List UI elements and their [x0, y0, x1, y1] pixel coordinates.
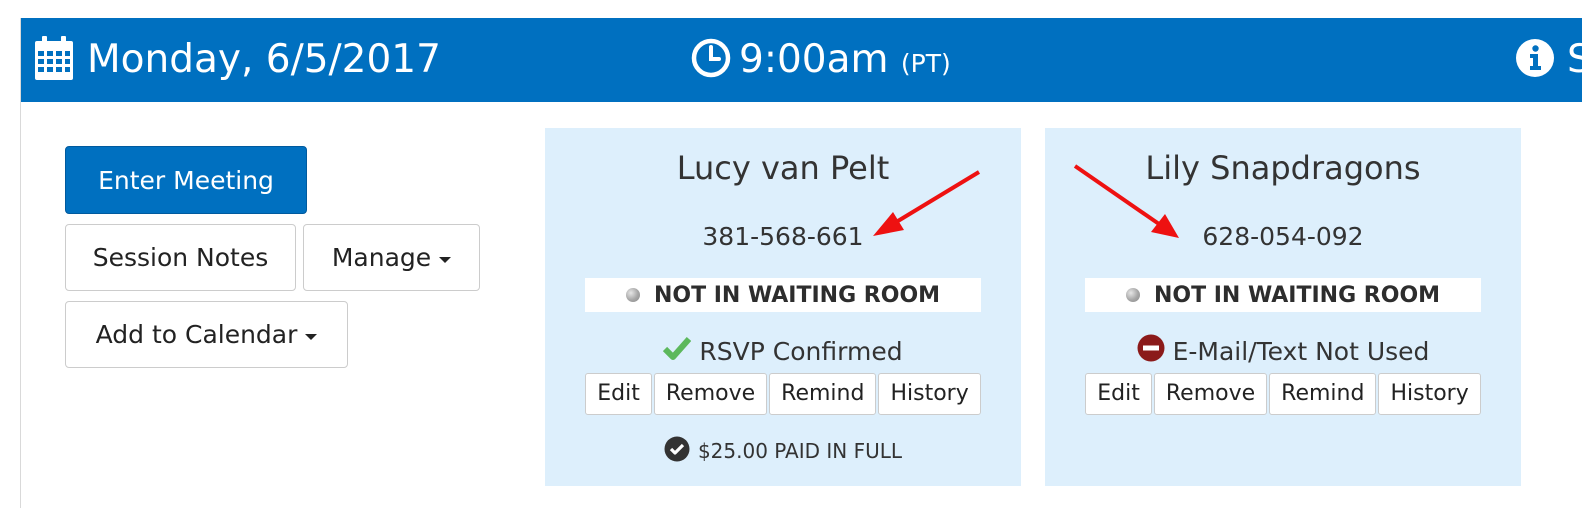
annotation-arrow — [873, 170, 981, 236]
annotation-arrows — [873, 164, 1179, 238]
annotation-arrow — [1073, 164, 1179, 238]
meeting-panel: Monday, 6/5/2017 9:00am (PT) S Enter Mee… — [20, 18, 1582, 508]
